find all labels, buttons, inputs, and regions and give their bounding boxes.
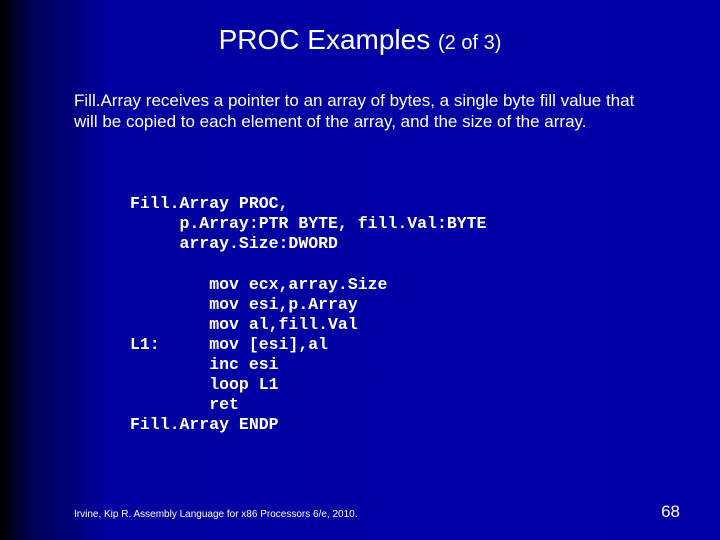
footer-citation: Irvine, Kip R. Assembly Language for x86… (74, 509, 358, 520)
title-main: PROC Examples (219, 24, 431, 55)
slide-title: PROC Examples (2 of 3) (0, 24, 720, 56)
code-block: Fill.Array PROC, p.Array:PTR BYTE, fill.… (130, 194, 486, 436)
page-number: 68 (661, 502, 680, 522)
description-text: Fill.Array receives a pointer to an arra… (74, 90, 660, 133)
slide: PROC Examples (2 of 3) Fill.Array receiv… (0, 0, 720, 540)
title-sub: (2 of 3) (438, 32, 501, 54)
